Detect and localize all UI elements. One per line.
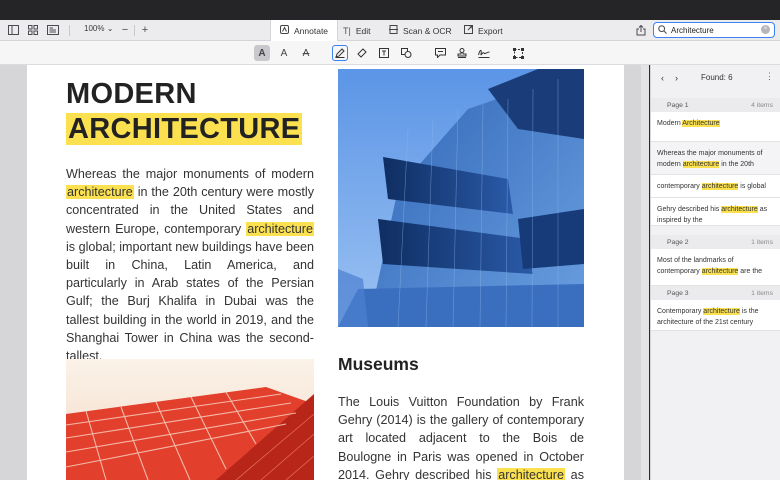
strikethrough-icon[interactable]: A xyxy=(298,45,314,61)
search-result-item[interactable]: Contemporary architecture is the archite… xyxy=(651,300,780,331)
chevron-down-icon: ⌄ xyxy=(106,24,114,33)
body-paragraph-2: The Louis Vuitton Foundation by Frank Ge… xyxy=(338,393,584,480)
highlighted-match: architecture xyxy=(701,183,739,190)
title-line-1: MODERN xyxy=(66,78,197,110)
search-result-item[interactable]: contemporary architecture is global xyxy=(651,175,780,198)
tab-annotate[interactable]: Annotate xyxy=(270,20,339,41)
search-input[interactable] xyxy=(671,25,755,35)
highlighted-match: architecture xyxy=(682,161,720,168)
group-page-label: Page 3 xyxy=(667,289,689,297)
zoom-in-icon[interactable]: + xyxy=(138,23,152,37)
annotation-toolbar: A A A xyxy=(0,41,780,65)
search-result-item[interactable]: Most of the landmarks of contemporary ar… xyxy=(651,249,780,286)
pdf-page: MODERN ARCHITECTURE Whereas the major mo… xyxy=(27,65,624,480)
clear-icon[interactable]: × xyxy=(761,25,770,34)
body-paragraph-1: Whereas the major monuments of modern ar… xyxy=(66,165,314,365)
tab-edit[interactable]: T| Edit xyxy=(334,20,380,41)
text-run: Contemporary xyxy=(657,308,704,315)
divider xyxy=(134,25,135,36)
pdf-editor-window: 100% ⌄ − + Annotate T| Edit Scan & OCR E… xyxy=(0,0,780,480)
tab-label: Edit xyxy=(355,25,371,36)
text-run: in the 20th xyxy=(719,161,754,168)
text-run: are the xyxy=(738,268,763,275)
pen-icon[interactable] xyxy=(332,45,348,61)
found-count: Found: 6 xyxy=(701,73,733,82)
sidebar-icon[interactable] xyxy=(6,23,20,37)
stamp-icon[interactable] xyxy=(454,45,470,61)
section-heading: Museums xyxy=(338,354,419,374)
prev-icon[interactable]: ‹ xyxy=(656,71,669,84)
result-group-header: Page 1 4 items xyxy=(651,98,780,112)
search-result-item[interactable]: Whereas the major monuments of modern ar… xyxy=(651,142,780,175)
scan-icon xyxy=(389,25,398,36)
search-icon xyxy=(658,24,667,36)
highlighted-match: architecture xyxy=(701,268,739,275)
document-viewport[interactable]: MODERN ARCHITECTURE Whereas the major mo… xyxy=(0,65,649,480)
text-run: Gehry described his xyxy=(657,206,722,213)
group-page-label: Page 2 xyxy=(667,238,689,246)
highlighted-match: architecture xyxy=(246,221,314,236)
page-view-icon[interactable] xyxy=(46,23,60,37)
search-result-item[interactable]: Modern Architecture xyxy=(651,112,780,142)
highlighted-match: architecture xyxy=(721,206,758,213)
highlighted-match: architecture xyxy=(66,185,134,200)
red-roof-photo xyxy=(66,359,314,480)
tab-label: Export xyxy=(478,25,503,36)
crop-icon[interactable] xyxy=(510,45,526,61)
text-run: Modern xyxy=(657,120,683,127)
result-group-header: Page 3 1 items xyxy=(651,286,780,300)
edit-text-icon: T| xyxy=(343,25,351,36)
tab-label: Annotate xyxy=(294,25,329,36)
search-field[interactable]: × xyxy=(653,22,775,38)
export-icon xyxy=(464,25,473,36)
search-results-panel: ‹ › Found: 6 ⋮ Page 1 4 items Modern Archi… xyxy=(650,65,780,480)
text-highlight-icon[interactable]: A xyxy=(254,45,270,61)
text-run: Whereas the major monuments of modern xyxy=(66,167,314,181)
group-page-label: Page 1 xyxy=(667,101,689,109)
tab-label: Scan & OCR xyxy=(403,25,452,36)
tab-export[interactable]: Export xyxy=(455,20,512,41)
scrollbar[interactable] xyxy=(641,65,649,480)
annotate-icon xyxy=(280,25,289,36)
page-title: MODERN ARCHITECTURE xyxy=(66,77,303,147)
search-result-item[interactable]: Gehry described his architecture as insp… xyxy=(651,198,780,226)
title-line-2-highlighted: ARCHITECTURE xyxy=(66,113,303,145)
next-icon[interactable]: › xyxy=(670,71,683,84)
share-icon[interactable] xyxy=(634,23,648,37)
grid-icon[interactable] xyxy=(26,23,40,37)
tab-scan-ocr[interactable]: Scan & OCR xyxy=(380,20,461,41)
text-font-icon[interactable]: A xyxy=(276,45,292,61)
divider xyxy=(69,25,70,36)
highlighted-match: Architecture xyxy=(682,120,720,127)
highlighted-match: architecture xyxy=(497,467,566,480)
text-run: is global; important new buildings have … xyxy=(66,239,314,364)
group-item-count: 4 items xyxy=(751,101,773,109)
comment-icon[interactable] xyxy=(432,45,448,61)
zoom-value: 100% xyxy=(84,24,105,33)
more-icon[interactable]: ⋮ xyxy=(765,71,774,82)
group-item-count: 1 items xyxy=(751,238,773,246)
eraser-icon[interactable] xyxy=(354,45,370,61)
textbox-icon[interactable] xyxy=(376,45,392,61)
zoom-select[interactable]: 100% ⌄ xyxy=(84,24,113,33)
zoom-out-icon[interactable]: − xyxy=(118,23,132,37)
result-group-header: Page 2 1 items xyxy=(651,235,780,249)
text-run: is global xyxy=(738,183,766,190)
text-run: contemporary xyxy=(657,183,702,190)
title-bar xyxy=(0,0,780,20)
group-item-count: 1 items xyxy=(751,289,773,297)
building-photo xyxy=(338,69,584,327)
signature-icon[interactable] xyxy=(476,45,492,61)
shapes-icon[interactable] xyxy=(398,45,414,61)
highlighted-match: architecture xyxy=(703,308,740,315)
